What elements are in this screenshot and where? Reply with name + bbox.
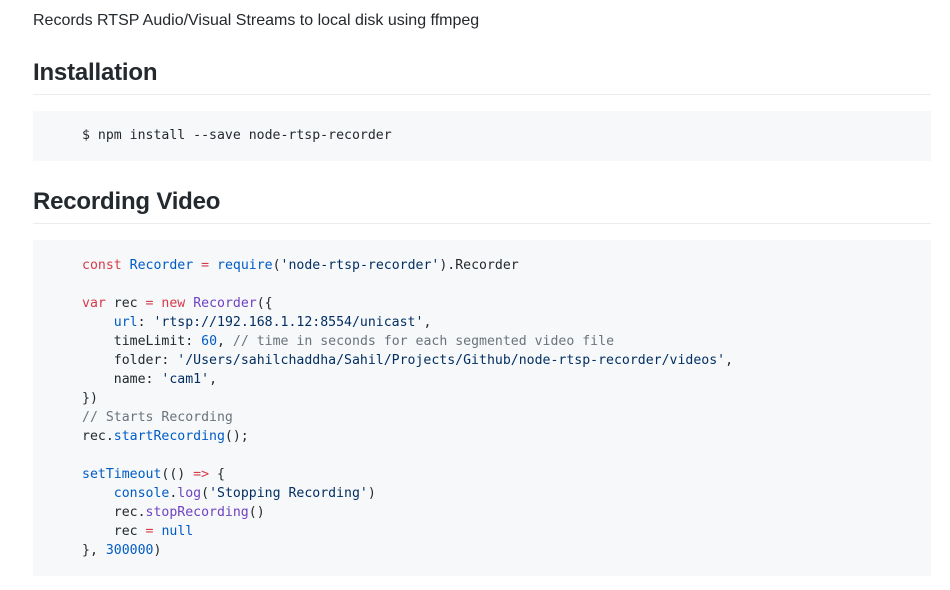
code-line-10: rec.startRecording();: [82, 429, 249, 444]
code-line-7: name: 'cam1',: [113, 372, 218, 387]
code-line-4: url: 'rtsp://192.168.1.12:8554/unicast',: [113, 315, 432, 330]
readme-intro: Records RTSP Audio/Visual Streams to loc…: [33, 12, 480, 29]
code-line-3: var rec = new Recorder({: [82, 296, 273, 311]
code-line-5: timeLimit: 60, // time in seconds for ea…: [113, 334, 615, 349]
install-command: $ npm install --save node-rtsp-recorder: [82, 128, 392, 143]
code-line-8: }): [82, 391, 98, 406]
install-code-block[interactable]: $ npm install --save node-rtsp-recorder: [33, 111, 931, 161]
code-line-13: console.log('Stopping Recording'): [113, 486, 376, 501]
code-line-14: rec.stopRecording(): [113, 505, 265, 520]
code-line-16: }, 300000): [82, 543, 162, 558]
code-line-1: const Recorder = require('node-rtsp-reco…: [82, 258, 519, 273]
code-line-6: folder: '/Users/sahilchaddha/Sahil/Proje…: [113, 353, 734, 368]
recording-video-heading: Recording Video: [33, 188, 221, 215]
heading-divider: [33, 223, 931, 224]
installation-heading: Installation: [33, 59, 158, 86]
code-line-9: // Starts Recording: [82, 410, 233, 425]
code-line-15: rec = null: [113, 524, 194, 539]
heading-divider: [33, 94, 931, 95]
recording-code-block[interactable]: const Recorder = require('node-rtsp-reco…: [33, 240, 931, 576]
code-line-12: setTimeout(() => {: [82, 467, 225, 482]
